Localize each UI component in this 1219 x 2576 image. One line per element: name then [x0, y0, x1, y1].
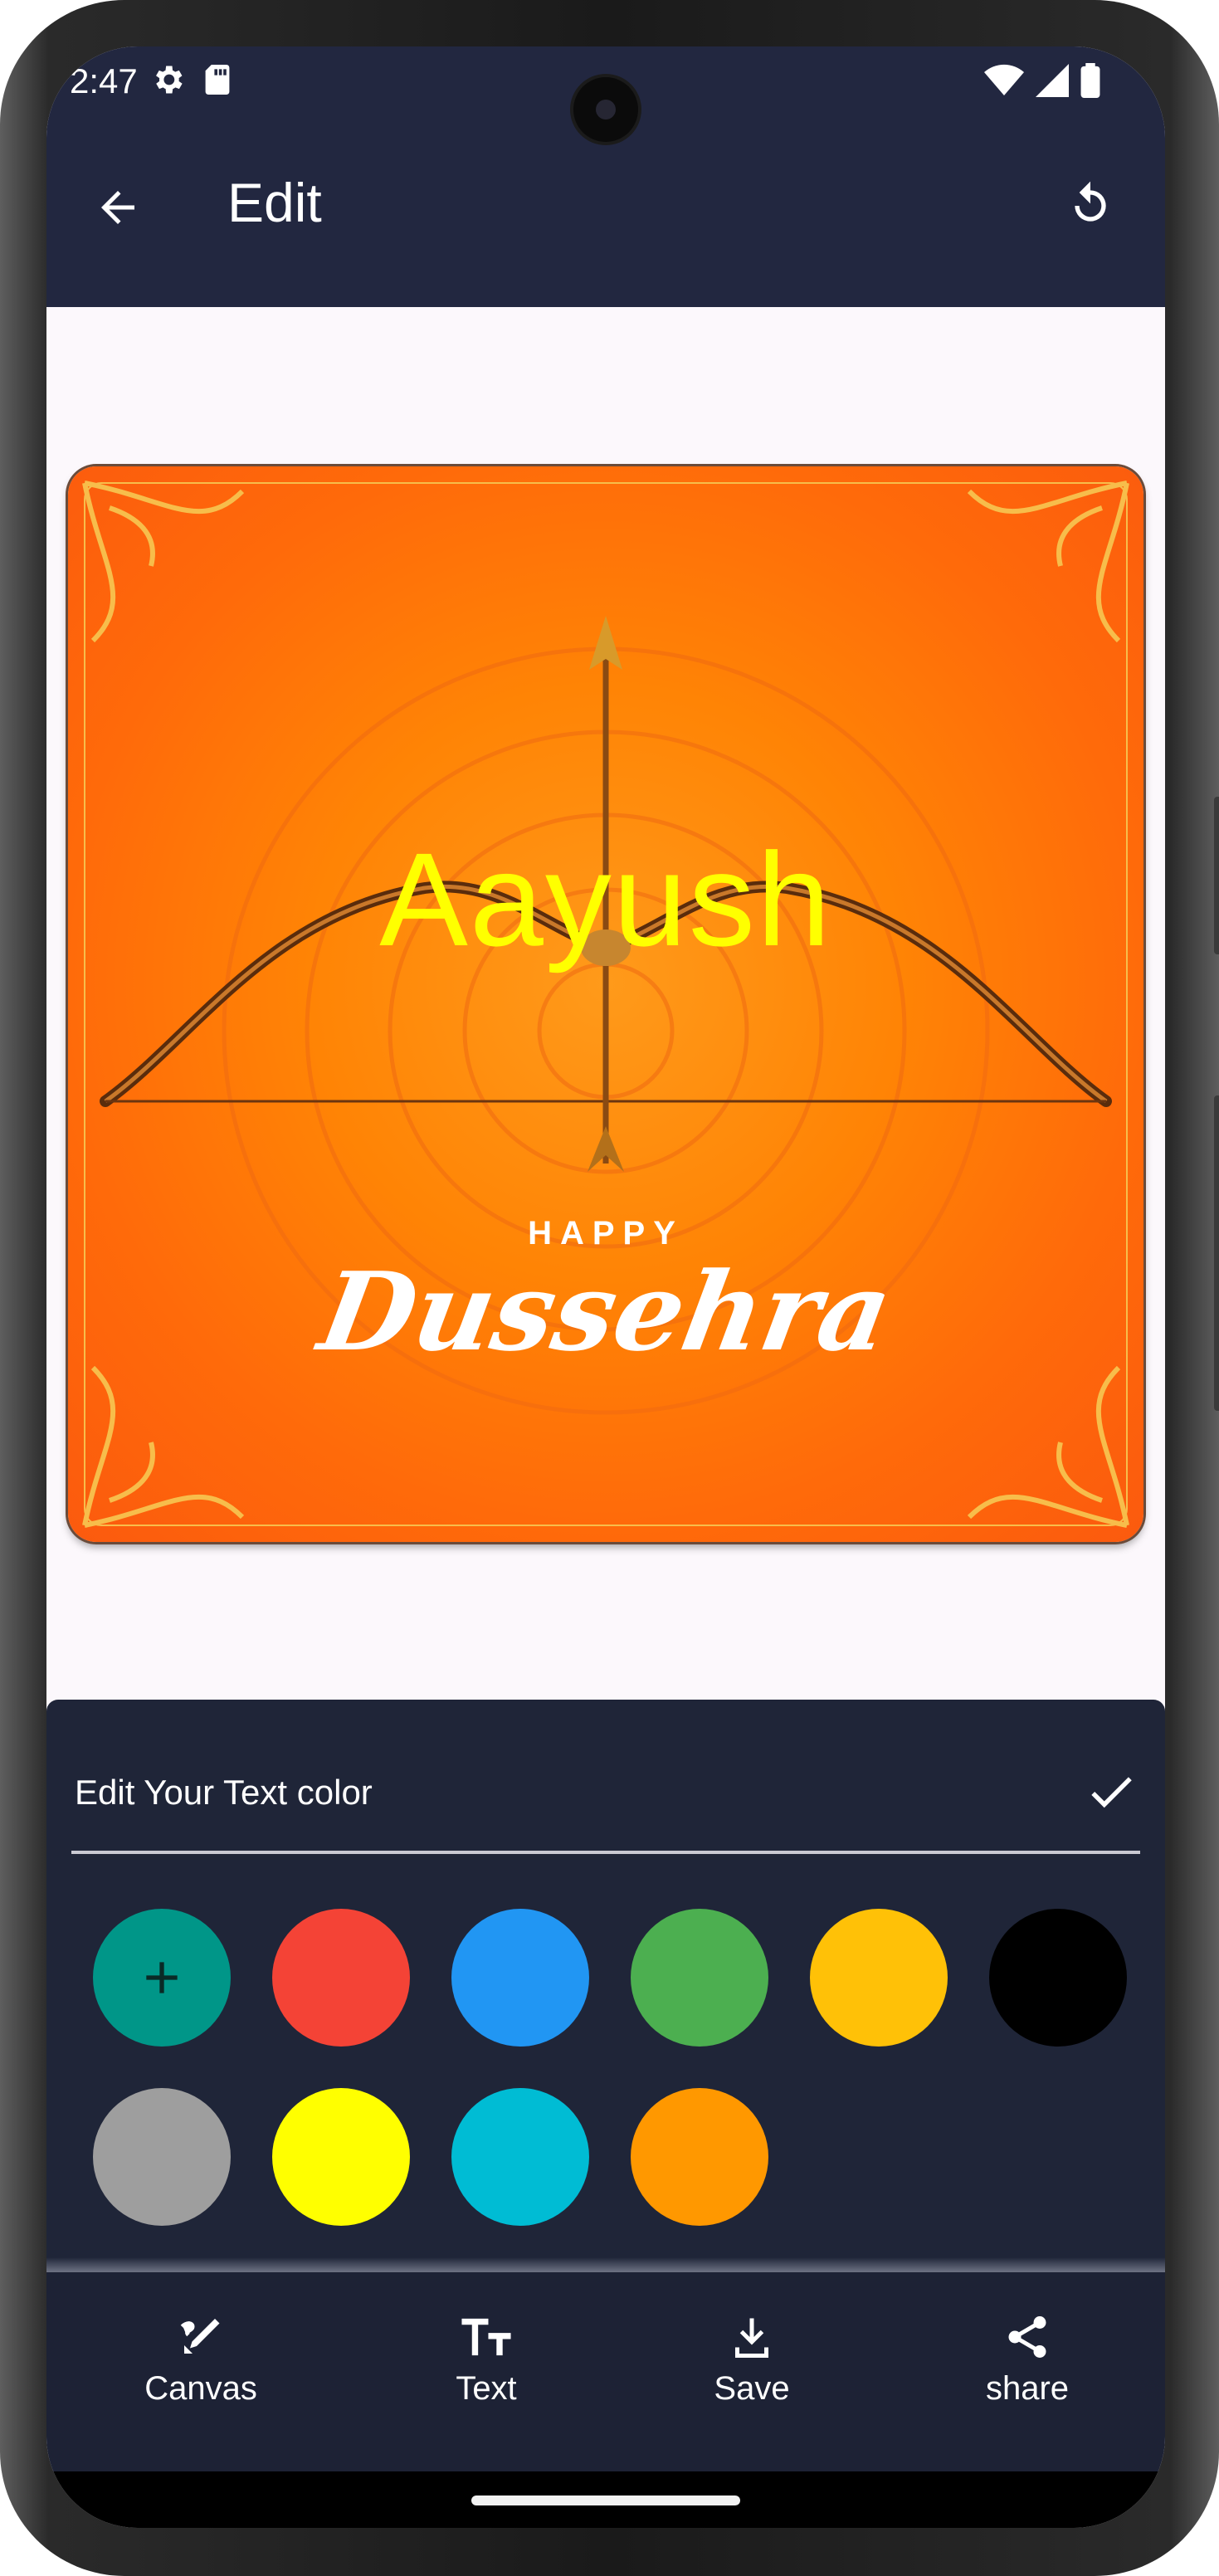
panel-title: Edit Your Text color	[75, 1773, 373, 1812]
nav-text-label: Text	[456, 2370, 517, 2407]
volume-button	[1214, 797, 1219, 954]
text-fields-icon	[461, 2318, 511, 2356]
battery-icon	[1080, 63, 1100, 98]
nav-save-label: Save	[714, 2370, 790, 2407]
refresh-icon	[1075, 181, 1106, 222]
color-swatch[interactable]	[989, 1909, 1127, 2047]
color-swatch[interactable]	[451, 1909, 589, 2047]
color-swatch[interactable]	[631, 1909, 768, 2047]
status-time: 2:47	[70, 61, 138, 100]
color-swatch[interactable]	[810, 1909, 948, 2047]
share-icon	[1008, 2316, 1046, 2358]
plus-icon	[146, 1962, 178, 1993]
color-swatch[interactable]	[631, 2088, 768, 2226]
text-color-panel: Edit Your Text color	[46, 1700, 1165, 2272]
settings-icon	[156, 66, 183, 94]
confirm-button[interactable]	[1084, 1764, 1139, 1822]
color-swatch[interactable]	[272, 1909, 410, 2047]
reset-button[interactable]	[1064, 179, 1117, 235]
nav-canvas-label: Canvas	[144, 2370, 257, 2407]
nav-text[interactable]: Text	[395, 2312, 578, 2408]
check-icon	[1091, 1777, 1132, 1808]
greeting-card-canvas[interactable]: Aayush HAPPY Dussehra	[68, 466, 1143, 1542]
color-swatch[interactable]	[93, 2088, 231, 2226]
back-button[interactable]	[93, 183, 143, 235]
bottom-nav: Canvas Text Save share	[46, 2272, 1165, 2471]
status-icons-left	[149, 61, 232, 98]
nav-share-label: share	[985, 2370, 1070, 2407]
cell-signal-icon	[1036, 64, 1069, 97]
wifi-icon	[984, 64, 1024, 95]
color-swatch[interactable]	[451, 2088, 589, 2226]
status-icons-right	[984, 63, 1100, 98]
home-gesture-bar[interactable]	[471, 2496, 740, 2505]
front-camera	[573, 77, 638, 142]
dussehra-text: Dussehra	[310, 1248, 901, 1375]
custom-color-button[interactable]	[93, 1909, 231, 2047]
happy-text: HAPPY	[528, 1215, 684, 1251]
panel-fade	[46, 2257, 1165, 2272]
sd-card-icon	[205, 65, 230, 95]
nav-canvas[interactable]: Canvas	[110, 2312, 292, 2408]
power-button	[1214, 1095, 1219, 1411]
overlay-text[interactable]: Aayush	[68, 833, 1143, 966]
download-icon	[735, 2318, 768, 2358]
top-app-bar: 2:47 Edit	[46, 46, 1165, 307]
nav-share[interactable]: share	[936, 2312, 1119, 2408]
arrow-left-icon	[101, 191, 134, 224]
screen: 2:47 Edit Aayush HAPPY Dussehra Edit You…	[46, 46, 1165, 2528]
color-swatch[interactable]	[272, 2088, 410, 2226]
panel-divider	[71, 1851, 1140, 1854]
phone-frame: 2:47 Edit Aayush HAPPY Dussehra Edit You…	[0, 0, 1219, 2576]
page-title: Edit	[227, 172, 322, 233]
nav-save[interactable]: Save	[661, 2312, 843, 2408]
draw-icon	[180, 2319, 220, 2354]
bow-and-arrow-illustration	[100, 616, 1112, 1172]
